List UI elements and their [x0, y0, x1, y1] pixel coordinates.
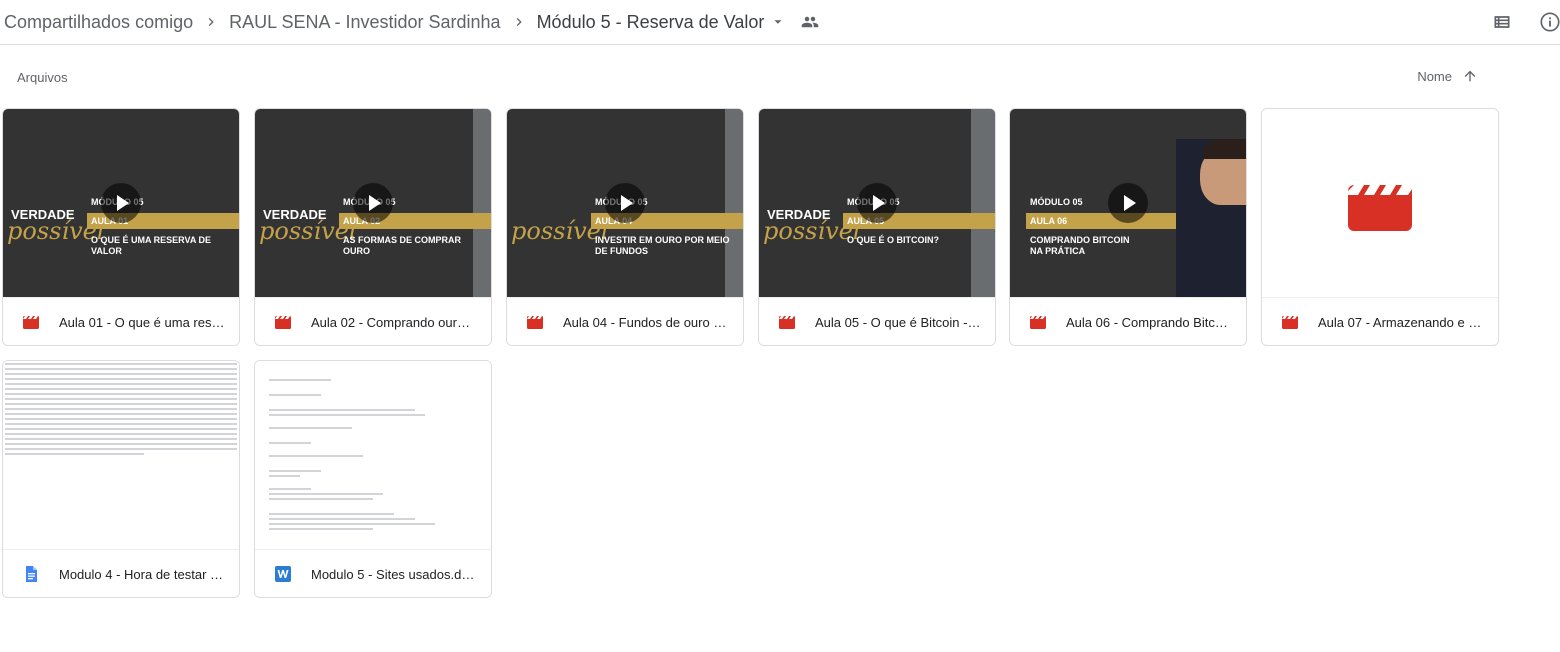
chevron-right-icon [507, 10, 531, 34]
thumb-aula: AULA 06 [1030, 216, 1068, 226]
video-thumbnail: VERDADE possível MÓDULO 05 AULA 05 O QUE… [759, 109, 995, 297]
video-thumbnail: VERDADE possível MÓDULO 05 AULA 02 AS FO… [255, 109, 491, 297]
video-thumbnail: possível MÓDULO 05 AULA 04 INVESTIR EM O… [507, 109, 743, 297]
video-file-icon [779, 314, 795, 330]
top-bar: Compartilhados comigo RAUL SENA - Invest… [0, 0, 1560, 45]
thumb-title: INVESTIR EM OURO POR MEIO DE FUNDOS [595, 235, 730, 256]
video-thumbnail: VERDADE possível MÓDULO 05 AULA 01 O QUE… [3, 109, 239, 297]
thumb-brand-script: possível [7, 217, 105, 245]
google-doc-icon [23, 566, 39, 582]
play-icon[interactable] [353, 183, 393, 223]
file-name[interactable]: Aula 01 - O que é uma rese... [59, 315, 225, 330]
video-file-icon [1030, 314, 1046, 330]
video-file-icon [527, 314, 543, 330]
file-footer: Aula 04 - Fundos de ouro - ... [507, 297, 743, 345]
breadcrumb: Compartilhados comigo RAUL SENA - Invest… [4, 10, 822, 34]
file-footer: Modulo 4 - Hora de testar s... [3, 549, 239, 597]
document-preview [255, 361, 491, 549]
file-name[interactable]: Aula 05 - O que é Bitcoin - ... [815, 315, 981, 330]
chevron-right-icon [199, 10, 223, 34]
thumb-brand-script: possível [763, 217, 861, 245]
file-name[interactable]: Aula 04 - Fundos de ouro - ... [563, 315, 729, 330]
breadcrumb-raul-sena[interactable]: RAUL SENA - Investidor Sardinha [229, 12, 500, 33]
file-card[interactable]: Modulo 4 - Hora de testar s... [2, 360, 240, 598]
sort-control[interactable]: Nome [1417, 68, 1478, 84]
video-clapper-icon [1348, 179, 1412, 236]
word-doc-icon [275, 566, 291, 582]
play-icon[interactable] [101, 183, 141, 223]
file-name[interactable]: Modulo 5 - Sites usados.do... [311, 567, 477, 582]
caret-down-icon[interactable] [768, 10, 788, 34]
thumb-brand-script: possível [511, 217, 609, 245]
thumb-title: AS FORMAS DE COMPRAR OURO [343, 235, 462, 256]
file-card[interactable]: possível MÓDULO 05 AULA 04 INVESTIR EM O… [506, 108, 744, 346]
video-file-icon [1282, 314, 1298, 330]
shared-people-icon[interactable] [798, 10, 822, 34]
section-label-files: Arquivos [17, 70, 68, 85]
video-file-icon [23, 314, 39, 330]
file-card[interactable]: VERDADE possível MÓDULO 05 AULA 02 AS FO… [254, 108, 492, 346]
file-name[interactable]: Aula 07 - Armazenando e p... [1318, 315, 1484, 330]
file-footer: Aula 02 - Comprando ouro ... [255, 297, 491, 345]
video-placeholder-thumbnail [1262, 109, 1498, 297]
thumb-title: COMPRANDO BITCOIN NA PRÁTICA [1030, 235, 1130, 256]
file-card[interactable]: VERDADE possível MÓDULO 05 AULA 01 O QUE… [2, 108, 240, 346]
thumb-title: O QUE É UMA RESERVA DE VALOR [91, 235, 212, 256]
file-card[interactable]: VERDADE possível MÓDULO 05 AULA 05 O QUE… [758, 108, 996, 346]
file-name[interactable]: Aula 02 - Comprando ouro ... [311, 315, 477, 330]
video-file-icon [275, 314, 291, 330]
file-card[interactable]: Aula 07 - Armazenando e p... [1261, 108, 1499, 346]
sort-label[interactable]: Nome [1417, 69, 1452, 84]
document-preview [3, 361, 239, 549]
arrow-up-icon[interactable] [1462, 68, 1478, 84]
file-name[interactable]: Modulo 4 - Hora de testar s... [59, 567, 225, 582]
file-name[interactable]: Aula 06 - Comprando Bitco... [1066, 315, 1232, 330]
video-thumbnail: MÓDULO 05 AULA 06 COMPRANDO BITCOIN NA P… [1010, 109, 1246, 297]
list-view-icon[interactable] [1490, 10, 1514, 34]
file-footer: Aula 05 - O que é Bitcoin - ... [759, 297, 995, 345]
thumb-module: MÓDULO 05 [1030, 197, 1083, 207]
thumb-title: O QUE É O BITCOIN? [847, 235, 940, 245]
play-icon[interactable] [605, 183, 645, 223]
info-icon[interactable] [1538, 10, 1560, 34]
thumb-brand-script: possível [259, 217, 357, 245]
play-icon[interactable] [857, 183, 897, 223]
breadcrumb-shared-with-me[interactable]: Compartilhados comigo [4, 12, 193, 33]
file-card[interactable]: MÓDULO 05 AULA 06 COMPRANDO BITCOIN NA P… [1009, 108, 1247, 346]
breadcrumb-current-folder[interactable]: Módulo 5 - Reserva de Valor [537, 12, 765, 33]
file-footer: Modulo 5 - Sites usados.do... [255, 549, 491, 597]
file-footer: Aula 07 - Armazenando e p... [1262, 297, 1498, 345]
play-icon[interactable] [1108, 183, 1148, 223]
file-footer: Aula 01 - O que é uma rese... [3, 297, 239, 345]
file-footer: Aula 06 - Comprando Bitco... [1010, 297, 1246, 345]
file-card[interactable]: Modulo 5 - Sites usados.do... [254, 360, 492, 598]
